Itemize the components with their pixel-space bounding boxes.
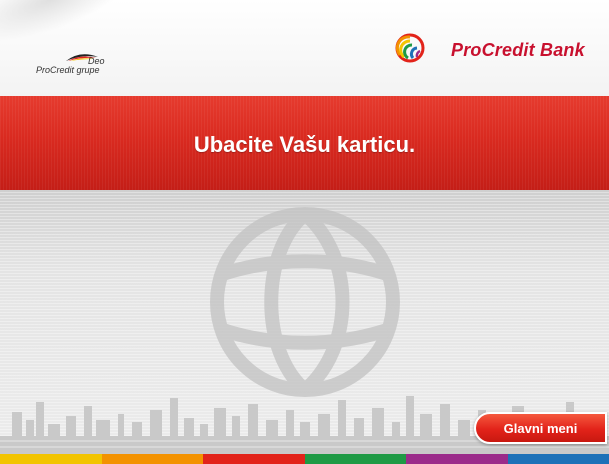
color-strip-yellow [0,454,102,464]
atm-screen: Deo ProCredit grupe ProCredit Bank Ubaci… [0,0,609,464]
procredit-circle-mark-icon [395,33,425,63]
brand-color-strip [0,454,609,464]
globe-icon [210,207,400,397]
procredit-group-logo: Deo ProCredit grupe [36,48,126,78]
bank-name: ProCredit Bank [451,40,585,60]
color-strip-red [203,454,305,464]
instruction-message: Ubacite Vašu karticu. [193,132,416,157]
color-strip-green [304,454,406,464]
procredit-bank-logo: ProCredit Bank [395,33,595,69]
header: Deo ProCredit grupe ProCredit Bank [0,0,609,96]
group-logo-line2: ProCredit grupe [36,65,100,75]
color-strip-blue [507,454,609,464]
instruction-banner: Ubacite Vašu karticu. [0,96,609,190]
main-menu-button[interactable]: Glavni meni [474,412,607,444]
color-strip-purple [406,454,508,464]
color-strip-orange [101,454,203,464]
